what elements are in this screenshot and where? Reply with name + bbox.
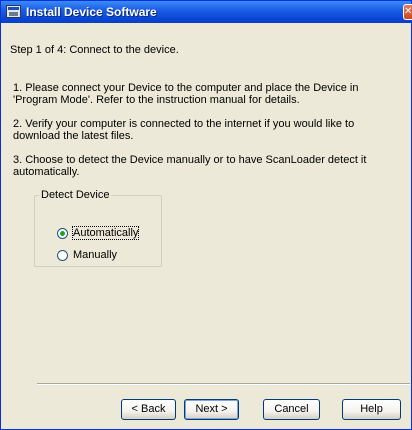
cancel-button[interactable]: Cancel [263, 399, 320, 420]
detect-device-legend: Detect Device [41, 189, 110, 201]
step-heading: Step 1 of 4: Connect to the device. [10, 44, 179, 56]
dialog-content: Step 1 of 4: Connect to the device. 1. P… [2, 23, 410, 429]
radio-automatically-label[interactable]: Automatically [71, 226, 140, 240]
radio-manually-button[interactable] [57, 250, 68, 261]
button-separator [37, 383, 410, 385]
close-icon: ✕ [404, 6, 412, 17]
help-button[interactable]: Help [342, 399, 401, 420]
next-button[interactable]: Next > [184, 399, 239, 420]
help-button-label: Help [360, 403, 383, 415]
install-device-window: Install Device Software ✕ Step 1 of 4: C… [0, 0, 412, 430]
title-bar[interactable]: Install Device Software ✕ [1, 1, 412, 23]
instruction-3: 3. Choose to detect the Device manually … [13, 154, 367, 178]
radio-automatically-button[interactable] [57, 228, 68, 239]
back-button-label: < Back [131, 403, 166, 415]
radio-manually-label[interactable]: Manually [73, 249, 117, 261]
install-window-icon [6, 5, 21, 18]
back-button[interactable]: < Back [121, 399, 176, 420]
next-button-label: Next > [195, 403, 228, 415]
detect-device-group: Detect Device Automatically Manually [34, 189, 162, 267]
close-button[interactable]: ✕ [403, 4, 412, 20]
window-title: Install Device Software [26, 5, 157, 19]
instruction-2: 2. Verify your computer is connected to … [13, 118, 355, 142]
instruction-1: 1. Please connect your Device to the com… [13, 82, 359, 106]
cancel-button-label: Cancel [274, 403, 309, 415]
